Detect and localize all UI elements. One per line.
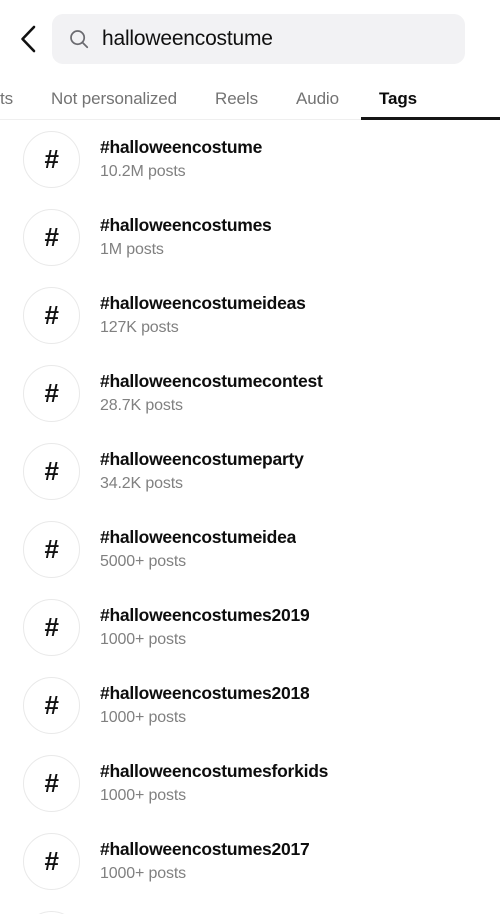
chevron-left-icon <box>17 24 39 54</box>
search-header: halloweencostume <box>0 0 500 78</box>
hashtag-icon: # <box>23 520 80 578</box>
hashtag-icon: # <box>23 208 80 266</box>
hashtag-result-text: #halloweencostumeidea 5000+ posts <box>100 527 308 571</box>
hashtag-result-text: #halloweencostumeideas 127K posts <box>100 293 318 337</box>
hashtag-result-row[interactable]: # #halloweencostume 10.2M posts <box>0 120 500 198</box>
hashtag-results-list: # #halloweencostume 10.2M posts # #halloween… <box>0 120 500 914</box>
hashtag-name: #halloweencostumes2018 <box>100 682 310 703</box>
hashtag-icon: # <box>23 910 80 914</box>
hashtag-result-row[interactable]: # #halloweencostumecontest 28.7K posts <box>0 354 500 432</box>
hashtag-result-text: #halloweencostumes2017 1000+ posts <box>100 839 321 883</box>
hashtag-name: #halloweencostumesforkids <box>100 760 329 781</box>
hashtag-result-text: #halloweencostumesforkids 1000+ posts <box>100 761 340 805</box>
hashtag-name: #halloweencostumeidea <box>100 526 297 547</box>
hashtag-result-row[interactable]: # #halloweencostumes2017 1000+ posts <box>0 822 500 900</box>
hashtag-result-row[interactable]: # #halloweencostumes 1M posts <box>0 198 500 276</box>
hashtag-name: #halloweencostumeparty <box>100 448 304 469</box>
search-icon <box>68 28 90 50</box>
hashtag-result-text: #halloweencostumes2018 1000+ posts <box>100 683 321 727</box>
hashtag-name: #halloweencostumes2017 <box>100 838 310 859</box>
hashtag-post-count: 1000+ posts <box>100 864 186 882</box>
search-input-value[interactable]: halloweencostume <box>102 27 273 51</box>
tab-reels[interactable]: Reels <box>215 78 258 119</box>
hashtag-icon: # <box>23 598 80 656</box>
hashtag-icon: # <box>23 676 80 734</box>
hashtag-post-count: 1000+ posts <box>100 708 186 726</box>
hashtag-name: #halloweencostumecontest <box>100 370 323 391</box>
hashtag-icon: # <box>23 286 80 344</box>
hashtag-icon: # <box>23 754 80 812</box>
hashtag-result-row[interactable]: # #halloweencostumeideas 127K posts <box>0 276 500 354</box>
hashtag-result-row[interactable]: # #halloweencostumes2019 1000+ posts <box>0 588 500 666</box>
tab-audio[interactable]: Audio <box>296 78 339 119</box>
hashtag-post-count: 34.2K posts <box>100 474 183 492</box>
hashtag-result-text: #halloweencostume 10.2M posts <box>100 137 274 181</box>
tab-not-personalized[interactable]: Not personalized <box>51 78 177 119</box>
tab-accounts[interactable]: ts <box>0 78 13 119</box>
hashtag-post-count: 1M posts <box>100 240 164 258</box>
hashtag-result-row[interactable]: # #halloweencostumeidea 5000+ posts <box>0 510 500 588</box>
tab-tags[interactable]: Tags <box>379 78 417 119</box>
hashtag-icon: # <box>23 130 80 188</box>
hashtag-post-count: 10.2M posts <box>100 162 186 180</box>
hashtag-post-count: 127K posts <box>100 318 179 336</box>
hashtag-result-row[interactable]: # #halloweencostumeparty 34.2K posts <box>0 432 500 510</box>
hashtag-result-text: #halloweencostumes2019 1000+ posts <box>100 605 321 649</box>
hashtag-name: #halloweencostumes <box>100 214 272 235</box>
search-tab-bar: ts Not personalized Reels Audio Tags <box>0 78 500 120</box>
hashtag-result-row[interactable]: # <box>0 900 500 914</box>
hashtag-post-count: 1000+ posts <box>100 630 186 648</box>
hashtag-result-row[interactable]: # #halloweencostumesforkids 1000+ posts <box>0 744 500 822</box>
back-button[interactable] <box>6 14 50 64</box>
search-field[interactable]: halloweencostume <box>52 14 465 64</box>
hashtag-post-count: 1000+ posts <box>100 786 186 804</box>
hashtag-result-text: #halloweencostumes 1M posts <box>100 215 284 259</box>
hashtag-name: #halloweencostumes2019 <box>100 604 310 625</box>
hashtag-icon: # <box>23 442 80 500</box>
hashtag-name: #halloweencostumeideas <box>100 292 306 313</box>
hashtag-icon: # <box>23 832 80 890</box>
hashtag-name: #halloweencostume <box>100 136 263 157</box>
search-results-screen: halloweencostume ts Not personalized Reels… <box>0 0 500 914</box>
hashtag-result-row[interactable]: # #halloweencostumes2018 1000+ posts <box>0 666 500 744</box>
hashtag-result-text: #halloweencostumeparty 34.2K posts <box>100 449 316 493</box>
hashtag-result-text: #halloweencostumecontest 28.7K posts <box>100 371 335 415</box>
hashtag-post-count: 5000+ posts <box>100 552 186 570</box>
hashtag-icon: # <box>23 364 80 422</box>
hashtag-post-count: 28.7K posts <box>100 396 183 414</box>
